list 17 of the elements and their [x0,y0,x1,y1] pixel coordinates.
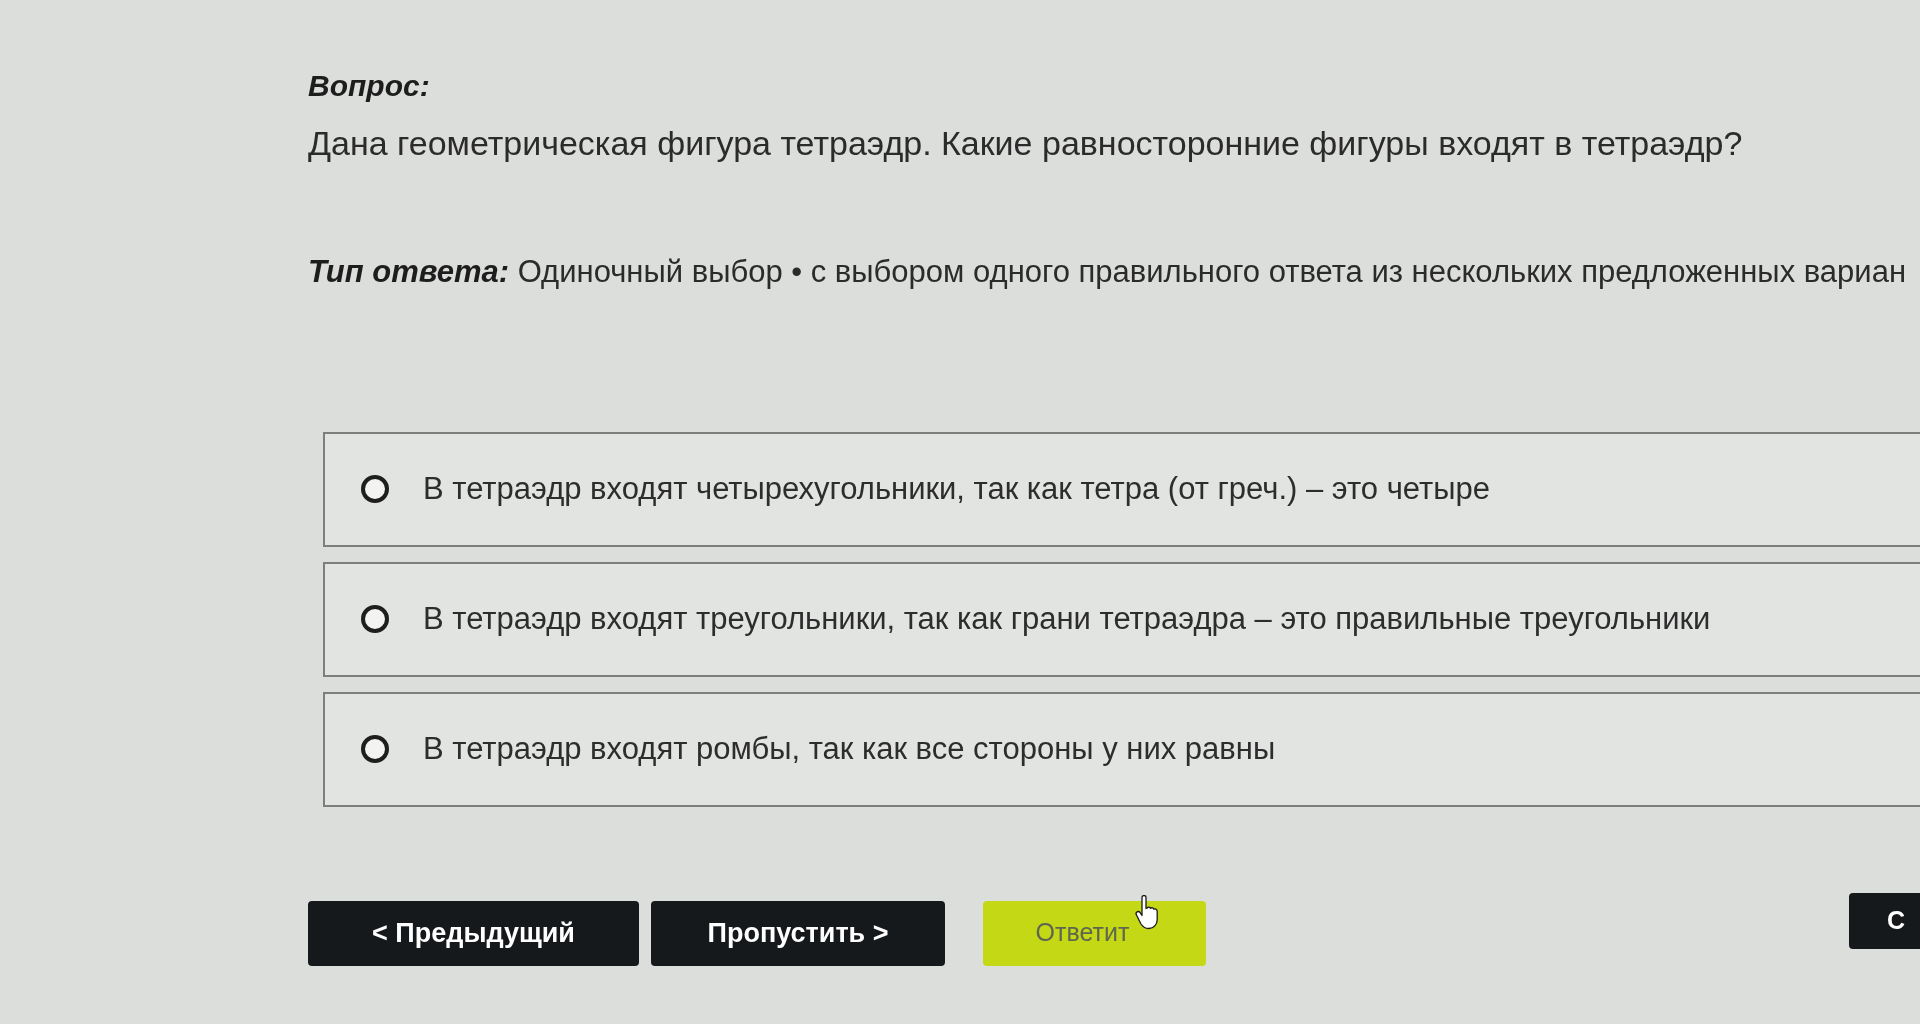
nav-button[interactable]: < Предыдущий [308,900,639,966]
answer-option-text: В тетраэдр входят ромбы, так как все стороны у них равны [423,729,1276,768]
cut-off-button[interactable]: С [1849,892,1920,949]
answer-type-value: Одиночный выбор • с выбором одного правильного ответа из нескольких предложенных вариан [517,253,1907,289]
question-text: Дана геометрическая фигура тетраэдр. Какие равносторонние фигуры входят в тетраэдр? [308,123,1744,164]
answer-option-text: В тетраэдр входят четырехугольники, так как тетра (от греч.) – это четыре [423,469,1491,508]
nav-button[interactable]: Пропустить > [651,900,945,966]
answer-option[interactable]: В тетраэдр входят четырехугольники, так как тетра (от греч.) – это четыре [323,431,1920,547]
radio-button[interactable] [361,605,389,634]
hand-cursor-icon [1135,894,1161,931]
radio-button[interactable] [361,735,389,764]
radio-button[interactable] [361,475,389,504]
answer-option[interactable]: В тетраэдр входят треугольники, так как грани тетраэдра – это правильные треугольники [323,561,1920,677]
answer-type-label: Тип ответа: [308,253,510,289]
answer-option[interactable]: В тетраэдр входят ромбы, так как все стороны у них равны [323,691,1920,807]
answer-option-text: В тетраэдр входят треугольники, так как грани тетраэдра – это правильные треугольники [423,599,1711,638]
question-heading: Вопрос: [308,68,431,104]
